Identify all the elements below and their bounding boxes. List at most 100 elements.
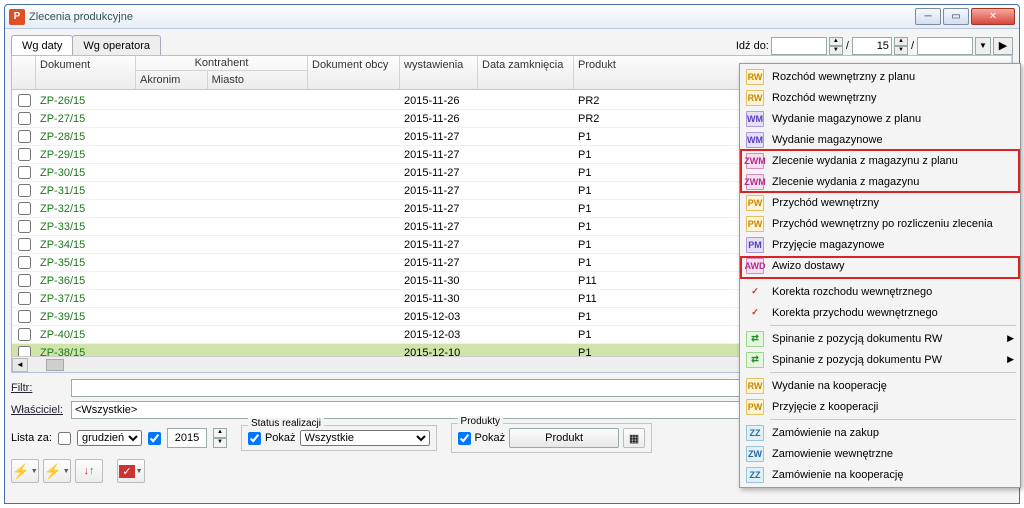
year-spinner[interactable]: ▲▼: [213, 428, 227, 448]
col-dokument-obcy[interactable]: Dokument obcy: [308, 56, 400, 89]
menu-item[interactable]: RWRozchód wewnętrzny z planu: [742, 66, 1018, 87]
col-akronim[interactable]: Akronim: [136, 71, 208, 89]
goto-spinner-1[interactable]: ▲▼: [829, 37, 843, 55]
cell-date: 2015-11-27: [400, 167, 478, 179]
row-checkbox[interactable]: [18, 346, 31, 356]
col-dokument[interactable]: Dokument: [36, 56, 136, 89]
menu-item[interactable]: ZWMZlecenie wydania z magazynu z planu: [742, 150, 1018, 171]
minimize-button[interactable]: ─: [915, 8, 941, 25]
lightning-green-button[interactable]: ⚡▼: [43, 459, 71, 483]
doc-link[interactable]: ZP-31/15: [40, 185, 85, 197]
status-select[interactable]: Wszystkie: [300, 430, 430, 446]
hscroll-thumb[interactable]: [46, 359, 64, 371]
doc-link[interactable]: ZP-30/15: [40, 167, 85, 179]
cell-date: 2015-11-27: [400, 149, 478, 161]
doc-link[interactable]: ZP-35/15: [40, 257, 85, 269]
menu-icon: AWD: [746, 258, 764, 274]
row-checkbox[interactable]: [18, 256, 31, 269]
menu-item[interactable]: RWRozchód wewnętrzny: [742, 87, 1018, 108]
row-checkbox[interactable]: [18, 148, 31, 161]
menu-item[interactable]: ZZZamówienie na zakup: [742, 422, 1018, 443]
row-checkbox[interactable]: [18, 328, 31, 341]
col-checkbox[interactable]: [12, 56, 36, 89]
doc-link[interactable]: ZP-37/15: [40, 293, 85, 305]
doc-link[interactable]: ZP-40/15: [40, 329, 85, 341]
row-checkbox[interactable]: [18, 184, 31, 197]
col-data-zamkniecia[interactable]: Data zamknięcia: [478, 56, 574, 89]
doc-link[interactable]: ZP-26/15: [40, 95, 85, 107]
row-checkbox[interactable]: [18, 220, 31, 233]
doc-link[interactable]: ZP-29/15: [40, 149, 85, 161]
menu-icon: PW: [746, 195, 764, 211]
goto-field-3[interactable]: [917, 37, 973, 55]
year-check[interactable]: [148, 432, 161, 445]
goto-field-1[interactable]: [771, 37, 827, 55]
goto-field-2[interactable]: [852, 37, 892, 55]
col-miasto[interactable]: Miasto: [208, 71, 307, 89]
sort-button[interactable]: ↓↑: [75, 459, 103, 483]
menu-item[interactable]: ✓Korekta przychodu wewnętrznego: [742, 302, 1018, 323]
col-wystawienia[interactable]: wystawienia: [400, 56, 478, 89]
row-checkbox[interactable]: [18, 238, 31, 251]
hscroll-left[interactable]: ◄: [12, 358, 28, 372]
row-checkbox[interactable]: [18, 292, 31, 305]
produkt-button[interactable]: Produkt: [509, 428, 619, 448]
check-button[interactable]: ✓▼: [117, 459, 145, 483]
titlebar[interactable]: P Zlecenia produkcyjne ─ ▭ ✕: [5, 5, 1019, 29]
close-button[interactable]: ✕: [971, 8, 1015, 25]
menu-item[interactable]: PWPrzyjęcie z kooperacji: [742, 396, 1018, 417]
menu-label: Przychód wewnętrzny: [772, 197, 879, 209]
menu-item[interactable]: ZZZamówienie na kooperację: [742, 464, 1018, 485]
menu-item[interactable]: PWPrzychód wewnętrzny po rozliczeniu zle…: [742, 213, 1018, 234]
lista-za-check[interactable]: [58, 432, 71, 445]
doc-link[interactable]: ZP-34/15: [40, 239, 85, 251]
produkt-extra-button[interactable]: ▦: [623, 428, 645, 448]
tab-by-operator[interactable]: Wg operatora: [72, 35, 161, 56]
menu-label: Wydanie magazynowe: [772, 134, 883, 146]
menu-item[interactable]: ✓Korekta rozchodu wewnętrznego: [742, 281, 1018, 302]
row-checkbox[interactable]: [18, 202, 31, 215]
menu-label: Zlecenie wydania z magazynu z planu: [772, 155, 958, 167]
row-checkbox[interactable]: [18, 112, 31, 125]
doc-link[interactable]: ZP-33/15: [40, 221, 85, 233]
doc-link[interactable]: ZP-39/15: [40, 311, 85, 323]
cell-date: 2015-11-27: [400, 239, 478, 251]
year-input[interactable]: [167, 428, 207, 448]
menu-item[interactable]: RWWydanie na kooperację: [742, 375, 1018, 396]
menu-item[interactable]: WMWydanie magazynowe: [742, 129, 1018, 150]
cell-date: 2015-12-03: [400, 329, 478, 341]
row-checkbox[interactable]: [18, 130, 31, 143]
goto-go-button[interactable]: ▶: [993, 37, 1013, 55]
maximize-button[interactable]: ▭: [943, 8, 969, 25]
row-checkbox[interactable]: [18, 274, 31, 287]
doc-link[interactable]: ZP-32/15: [40, 203, 85, 215]
menu-item[interactable]: AWDAwizo dostawy: [742, 255, 1018, 276]
goto-dropdown-button[interactable]: ▼: [975, 37, 991, 55]
month-select[interactable]: grudzień: [77, 430, 142, 446]
menu-label: Zamówienie na zakup: [772, 427, 879, 439]
produkty-check[interactable]: [458, 432, 471, 445]
window-title: Zlecenia produkcyjne: [29, 11, 915, 23]
cell-date: 2015-11-30: [400, 275, 478, 287]
doc-link[interactable]: ZP-27/15: [40, 113, 85, 125]
menu-item[interactable]: PW Przychód wewnętrzny: [742, 192, 1018, 213]
menu-item[interactable]: ⇄Spinanie z pozycją dokumentu RW▶: [742, 328, 1018, 349]
menu-separator: [770, 325, 1016, 326]
doc-link[interactable]: ZP-38/15: [40, 347, 85, 357]
menu-item[interactable]: WMWydanie magazynowe z planu: [742, 108, 1018, 129]
row-checkbox[interactable]: [18, 94, 31, 107]
menu-item[interactable]: PMPrzyjęcie magazynowe: [742, 234, 1018, 255]
status-check[interactable]: [248, 432, 261, 445]
lightning-button[interactable]: ⚡▼: [11, 459, 39, 483]
row-checkbox[interactable]: [18, 310, 31, 323]
doc-link[interactable]: ZP-36/15: [40, 275, 85, 287]
menu-item[interactable]: ZWMZlecenie wydania z magazynu: [742, 171, 1018, 192]
context-menu[interactable]: RWRozchód wewnętrzny z planuRWRozchód we…: [739, 63, 1021, 488]
goto-spinner-2[interactable]: ▲▼: [894, 37, 908, 55]
menu-item[interactable]: ZWZamowienie wewnętrzne: [742, 443, 1018, 464]
tab-by-date[interactable]: Wg daty: [11, 35, 73, 56]
menu-item[interactable]: ⇄Spinanie z pozycją dokumentu PW▶: [742, 349, 1018, 370]
doc-link[interactable]: ZP-28/15: [40, 131, 85, 143]
col-kontrahent[interactable]: Kontrahent: [136, 56, 307, 71]
row-checkbox[interactable]: [18, 166, 31, 179]
